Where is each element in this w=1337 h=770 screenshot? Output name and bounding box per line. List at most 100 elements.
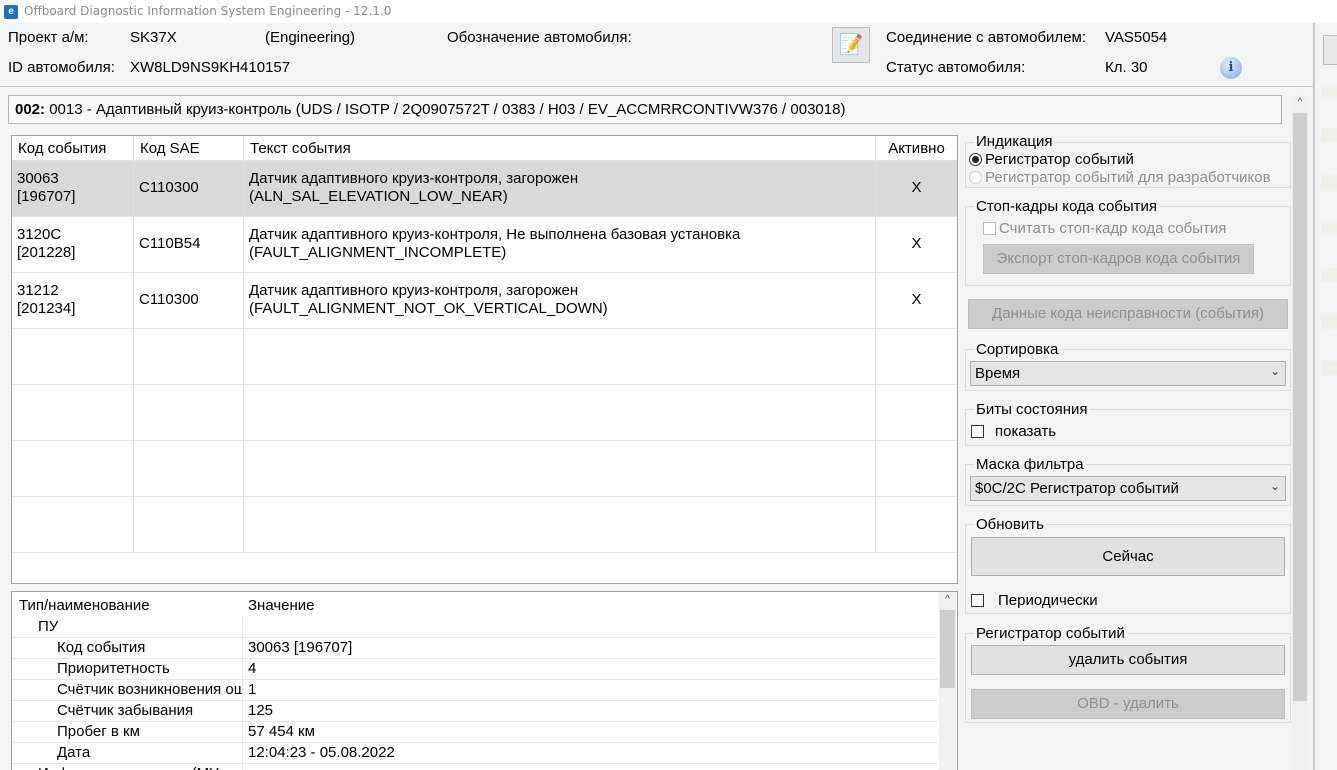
refresh-now-button[interactable]: Сейчас — [971, 537, 1285, 576]
sae-code: C110300 — [139, 179, 199, 196]
side-item — [1321, 315, 1337, 329]
scrollbar-thumb[interactable] — [940, 610, 955, 688]
detail-name: Приоритетность — [12, 659, 243, 680]
designation-label: Обозначение автомобиля: — [447, 29, 632, 46]
side-item — [1321, 175, 1337, 189]
detail-row[interactable]: Информация о среде (MY — [12, 764, 938, 770]
notepad-pencil-icon: 📝 — [838, 34, 864, 56]
event-table-header: Код события Код SAE Текст события Активн… — [12, 136, 957, 161]
detail-row[interactable]: Приоритетность 4 — [12, 659, 938, 680]
sae-code-cell: C110B54 — [134, 217, 244, 272]
active-flag: X — [911, 235, 922, 252]
filter-mask-select[interactable]: $0C/2C Регистратор событий ⌄ — [970, 476, 1286, 501]
detail-group-row[interactable]: ПУ — [12, 617, 938, 638]
periodic-label[interactable]: Периодически — [998, 592, 1098, 609]
event-row[interactable]: 30063 [196707] C110300 Датчик адаптивного к… — [12, 161, 957, 217]
detail-value: 30063 [196707] — [248, 639, 353, 656]
periodic-checkbox[interactable] — [971, 594, 984, 607]
detail-value: 4 — [248, 660, 257, 677]
active-flag: X — [911, 291, 922, 308]
event-code-dec: [201228] — [17, 244, 76, 261]
event-row[interactable]: 3120C [201228] C110B54 Датчик адаптивного к… — [12, 217, 957, 273]
event-code-cell: 31212 [201234] — [12, 273, 134, 328]
col-event-code[interactable]: Код события — [12, 136, 134, 160]
sort-value: Время — [975, 365, 1021, 382]
read-freeze-frame-checkbox[interactable] — [983, 222, 996, 235]
scrollbar-thumb[interactable] — [1293, 113, 1307, 701]
event-code: 3120C — [17, 226, 62, 243]
event-code: 31212 — [17, 282, 59, 299]
show-status-bits-label[interactable]: показать — [995, 423, 1056, 440]
settings-button[interactable] — [1323, 35, 1337, 65]
detail-value: 57 454 км — [248, 723, 315, 740]
event-code-cell — [12, 441, 134, 496]
event-text-cell — [244, 497, 876, 552]
event-code-cell — [12, 385, 134, 440]
active-cell — [876, 385, 957, 440]
radio-dev-event-logger[interactable] — [969, 171, 982, 184]
show-status-bits-checkbox[interactable] — [971, 425, 984, 438]
col-type-name: Тип/наименование — [19, 597, 150, 614]
side-item — [1321, 128, 1337, 142]
event-text-cell: Датчик адаптивного круиз-контроля, Не вы… — [244, 217, 876, 272]
detail-row[interactable]: Счётчик забывания 125 — [12, 701, 938, 722]
detail-row[interactable]: Счётчик возникновения ош 1 — [12, 680, 938, 701]
detail-name: Дата — [12, 743, 243, 764]
event-text: Датчик адаптивного круиз-контроля, Не вы… — [249, 226, 741, 243]
event-text: Датчик адаптивного круиз-контроля, загор… — [249, 170, 579, 187]
col-event-text[interactable]: Текст события — [244, 136, 876, 160]
refresh-title: Обновить — [974, 516, 1046, 533]
detail-scrollbar[interactable]: ^ — [939, 592, 956, 770]
obd-delete-button[interactable]: OBD - удалить — [971, 689, 1285, 719]
side-item — [1321, 268, 1337, 282]
event-code-cell: 30063 [196707] — [12, 161, 134, 216]
detail-name: Код события — [12, 638, 243, 659]
radio-event-logger[interactable] — [969, 153, 982, 166]
detail-row[interactable]: Пробег в км 57 454 км — [12, 722, 938, 743]
notepad-button[interactable]: 📝 — [832, 27, 870, 63]
col-active[interactable]: Активно — [876, 136, 957, 160]
sae-code-cell — [134, 441, 244, 496]
detail-value: 1 — [248, 681, 257, 698]
active-flag: X — [911, 179, 922, 196]
event-code-cell: 3120C [201228] — [12, 217, 134, 272]
side-item — [1321, 361, 1337, 375]
event-code-dec: [196707] — [17, 188, 76, 205]
event-code-cell — [12, 329, 134, 384]
sae-code-cell — [134, 385, 244, 440]
radio-dev-event-logger-label[interactable]: Регистратор событий для разработчиков — [985, 169, 1271, 186]
export-freeze-frames-button[interactable]: Экспорт стоп-кадров кода события — [983, 244, 1254, 274]
detail-name: Пробег в км — [12, 722, 243, 743]
project-label: Проект а/м: — [8, 29, 89, 46]
sort-title: Сортировка — [974, 341, 1061, 358]
delete-events-button[interactable]: удалить события — [971, 645, 1285, 675]
detail-name: Счётчик забывания — [12, 701, 243, 722]
event-code-cell — [12, 497, 134, 552]
chevron-down-icon: ⌄ — [1269, 364, 1280, 378]
active-cell: X — [876, 273, 957, 328]
vin-label: ID автомобиля: — [8, 59, 115, 76]
empty-row — [12, 385, 957, 441]
right-side-panel — [1313, 23, 1337, 770]
detail-row[interactable]: Дата 12:04:23 - 05.08.2022 — [12, 743, 938, 764]
active-cell: X — [876, 217, 957, 272]
col-sae-code[interactable]: Код SAE — [134, 136, 244, 160]
event-row[interactable]: 31212 [201234] C110300 Датчик адаптивного к… — [12, 273, 957, 329]
main-scrollbar[interactable]: ^ — [1292, 95, 1308, 770]
window-title: Offboard Diagnostic Information System E… — [0, 0, 1337, 23]
active-cell — [876, 497, 957, 552]
module-address: 002: — [15, 101, 46, 118]
radio-event-logger-label[interactable]: Регистратор событий — [985, 151, 1134, 168]
sort-select[interactable]: Время ⌄ — [970, 361, 1286, 386]
fault-code-data-button[interactable]: Данные кода неисправности (события) — [968, 299, 1288, 329]
event-text-cell — [244, 441, 876, 496]
scroll-up-icon[interactable]: ^ — [939, 592, 956, 608]
scroll-up-icon[interactable]: ^ — [1292, 95, 1308, 111]
sae-code-cell — [134, 497, 244, 552]
read-freeze-frame-label: Считать стоп-кадр кода события — [999, 220, 1227, 237]
project-value: SK37X — [130, 29, 177, 46]
sae-code: C110300 — [139, 291, 199, 308]
info-icon[interactable]: i — [1220, 57, 1242, 79]
filter-mask-value: $0C/2C Регистратор событий — [975, 480, 1179, 497]
detail-row[interactable]: Код события 30063 [196707] — [12, 638, 938, 659]
